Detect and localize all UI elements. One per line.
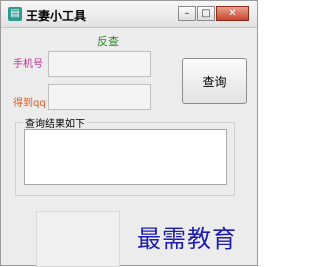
reverse-lookup-link[interactable]: 反查 <box>97 33 119 49</box>
maximize-button[interactable]: □ <box>197 6 215 21</box>
close-icon: ✕ <box>228 8 237 19</box>
window-title: 王妻小工具 <box>26 9 87 23</box>
phone-label: 手机号 <box>13 59 43 70</box>
qr-code-placeholder <box>36 211 120 267</box>
watermark-text: 最需教育 <box>137 225 237 253</box>
phone-input[interactable] <box>48 51 151 77</box>
results-textarea[interactable] <box>24 129 227 185</box>
query-button[interactable]: 查询 <box>182 58 247 104</box>
minimize-button[interactable]: – <box>178 6 196 21</box>
minimize-icon: – <box>184 8 190 19</box>
results-title: 查询结果如下 <box>23 115 87 130</box>
window-controls: – □ ✕ <box>177 6 249 21</box>
app-icon: ▤ <box>8 7 22 21</box>
qq-output-field[interactable] <box>48 84 151 110</box>
maximize-icon: □ <box>201 8 211 19</box>
app-window: ▤ 王妻小工具 – □ ✕ 反查 手机号 得到qq 查询 查询结果如下 最需教育 <box>0 0 258 267</box>
title-bar[interactable]: ▤ 王妻小工具 – □ ✕ <box>1 1 257 28</box>
qq-label: 得到qq <box>13 98 46 109</box>
close-button[interactable]: ✕ <box>216 6 249 21</box>
